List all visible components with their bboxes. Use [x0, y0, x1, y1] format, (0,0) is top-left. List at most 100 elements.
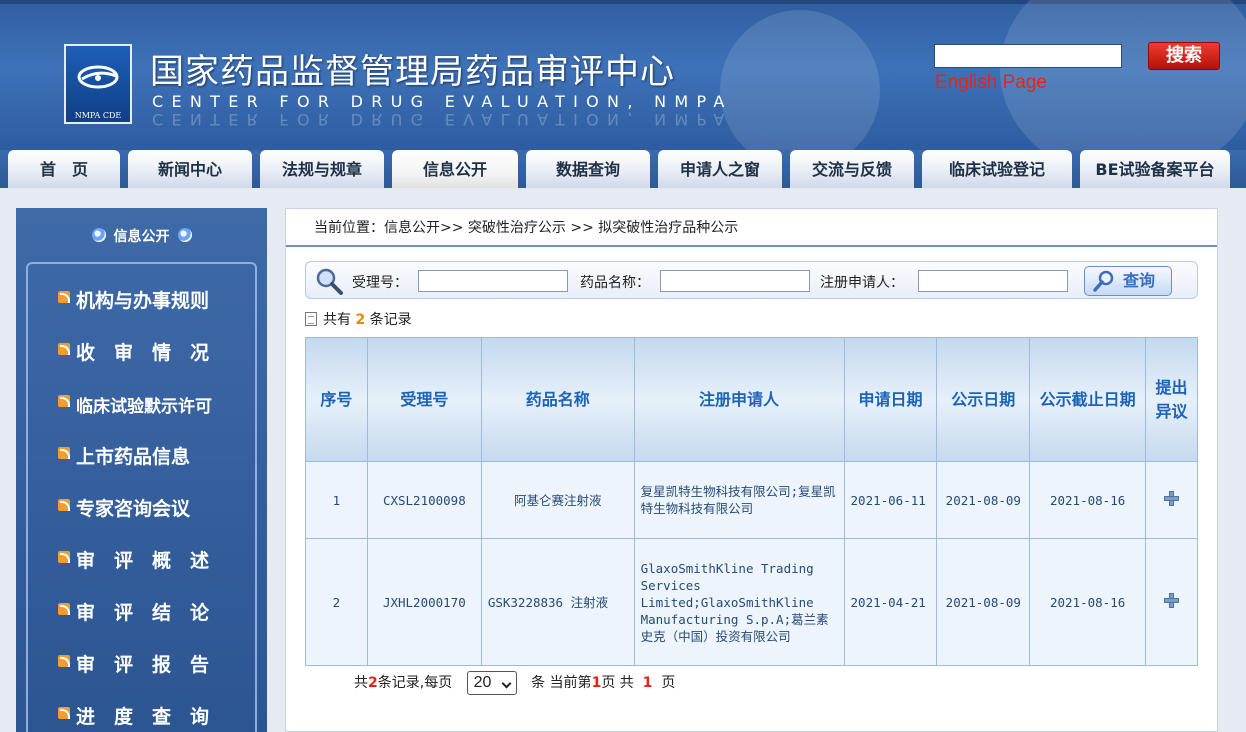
rss-icon — [58, 291, 70, 303]
drug-name-label: 药品名称： — [580, 275, 650, 291]
sidebar-menu: 机构与办事规则 收 审 情 况 临床试验默示许可 上市药品信息 专家咨询会议 审… — [26, 262, 257, 732]
rss-icon — [58, 707, 70, 719]
rss-icon — [58, 395, 70, 407]
sidebar-title: 信息公开 — [16, 208, 267, 258]
results-table: 序号 受理号 药品名称 注册申请人 申请日期 公示日期 公示截止日期 提出异议 … — [305, 337, 1198, 666]
column-header-drug-name: 药品名称 — [480, 337, 635, 462]
sidebar-item-label: 审 评 报 告 — [76, 654, 210, 676]
pagination-current-page: 1 — [591, 675, 602, 691]
cell-publish-date: 2021-08-09 — [936, 538, 1031, 666]
document-icon — [305, 312, 317, 326]
applicant-input[interactable] — [918, 270, 1068, 292]
rss-icon — [58, 343, 70, 355]
orb-icon — [177, 228, 192, 242]
sidebar-item-review-report[interactable]: 审 评 报 告 — [28, 644, 259, 684]
sidebar-item-label: 机构与办事规则 — [76, 290, 210, 312]
sidebar: 信息公开 机构与办事规则 收 审 情 况 临床试验默示许可 上市药品信息 专家咨… — [16, 208, 267, 732]
site-title: 国家药品监督管理局药品审评中心 — [150, 52, 675, 92]
sidebar-item-label: 上市药品信息 — [76, 446, 191, 468]
magnifier-icon — [316, 268, 343, 295]
pagination-pages-suffix: 页 — [661, 675, 676, 691]
sidebar-item-rules[interactable]: 机构与办事规则 — [28, 280, 259, 320]
nav-tab-home[interactable]: 首 页 — [8, 150, 120, 188]
nav-tab-data-query[interactable]: 数据查询 — [526, 150, 650, 188]
record-count-suffix: 条记录 — [369, 312, 412, 328]
sidebar-item-marketed-drugs[interactable]: 上市药品信息 — [28, 436, 259, 476]
pagination-total: 2 — [368, 675, 378, 691]
site-header: NMPA CDE 国家药品监督管理局药品审评中心 CENTER FOR DRUG… — [0, 0, 1246, 150]
nav-tab-info-disclosure[interactable]: 信息公开 — [392, 150, 518, 188]
acceptance-no-input[interactable] — [418, 270, 568, 292]
main-nav: 首 页 新闻中心 法规与规章 信息公开 数据查询 申请人之窗 交流与反馈 临床试… — [0, 150, 1246, 188]
sidebar-item-label: 收 审 情 况 — [76, 342, 210, 364]
cell-drug-name: 阿基仑赛注射液 — [480, 461, 635, 539]
record-count-number: 2 — [355, 312, 366, 328]
sidebar-title-text: 信息公开 — [113, 229, 170, 245]
site-search-input[interactable] — [934, 44, 1122, 68]
sidebar-item-receipt-status[interactable]: 收 审 情 况 — [28, 332, 259, 372]
sidebar-item-review-conclusion[interactable]: 审 评 结 论 — [28, 592, 259, 632]
english-page-link[interactable]: English Page — [935, 72, 1047, 94]
sidebar-item-label: 审 评 结 论 — [76, 602, 210, 624]
filter-bar: 受理号： 药品名称： 注册申请人： 查询 — [305, 261, 1198, 299]
nav-tab-be-trial-platform[interactable]: BE试验备案平台 — [1080, 150, 1230, 188]
cell-apply-date: 2021-04-21 — [843, 538, 938, 666]
chevron-down-icon — [501, 678, 512, 689]
sidebar-item-expert-meetings[interactable]: 专家咨询会议 — [28, 488, 259, 528]
cell-deadline: 2021-08-16 — [1029, 461, 1147, 539]
nav-tab-applicant-window[interactable]: 申请人之窗 — [658, 150, 782, 188]
pagination-total-prefix: 共 — [354, 675, 368, 691]
pagination-current-prefix: 条 当前第 — [531, 675, 592, 691]
nav-tab-clinical-trial-registration[interactable]: 临床试验登记 — [922, 150, 1072, 188]
main-content: 当前位置：信息公开>> 突破性治疗公示 >> 拟突破性治疗品种公示 受理号： 药… — [285, 208, 1218, 732]
site-subtitle-reflection: CENTER FOR DRUG EVALUATION, NMPA — [152, 112, 733, 126]
rss-icon — [58, 499, 70, 511]
add-objection-icon[interactable] — [1164, 592, 1179, 608]
sidebar-item-label: 专家咨询会议 — [76, 498, 191, 520]
nav-tab-news[interactable]: 新闻中心 — [128, 150, 252, 188]
cell-no: 1 — [305, 461, 368, 539]
cell-deadline: 2021-08-16 — [1029, 538, 1147, 666]
cell-objection — [1145, 538, 1198, 666]
pagination: 共2条记录,每页 20 条 当前第1页 共 1 页 — [354, 671, 675, 695]
table-row: 1 CXSL2100098 阿基仑赛注射液 复星凯特生物科技有限公司;复星凯特生… — [305, 461, 1198, 539]
pagination-pages-prefix: 页 共 — [601, 675, 634, 691]
pagination-page-count: 1 — [642, 675, 653, 691]
logo-eye-icon — [77, 65, 119, 89]
sidebar-item-label: 临床试验默示许可 — [76, 397, 212, 417]
sidebar-item-review-overview[interactable]: 审 评 概 述 — [28, 540, 259, 580]
sidebar-item-progress-query[interactable]: 进 度 查 询 — [28, 696, 259, 732]
applicant-label: 注册申请人： — [820, 275, 904, 291]
table-header-row: 序号 受理号 药品名称 注册申请人 申请日期 公示日期 公示截止日期 提出异议 — [305, 337, 1198, 462]
cell-applicant: 复星凯特生物科技有限公司;复星凯特生物科技有限公司 — [633, 461, 845, 539]
column-header-acceptance-no: 受理号 — [366, 337, 482, 462]
add-objection-icon[interactable] — [1164, 490, 1179, 506]
breadcrumb: 当前位置：信息公开>> 突破性治疗公示 >> 拟突破性治疗品种公示 — [286, 209, 1217, 247]
cell-acceptance-no: JXHL2000170 — [366, 538, 482, 666]
cell-publish-date: 2021-08-09 — [936, 461, 1031, 539]
nav-tab-regulations[interactable]: 法规与规章 — [260, 150, 384, 188]
column-header-apply-date: 申请日期 — [843, 337, 938, 462]
nav-tab-feedback[interactable]: 交流与反馈 — [790, 150, 914, 188]
site-logo[interactable]: NMPA CDE — [64, 44, 132, 124]
drug-name-input[interactable] — [660, 270, 810, 292]
sidebar-item-label: 进 度 查 询 — [76, 706, 210, 728]
column-header-no: 序号 — [305, 337, 368, 462]
column-header-applicant: 注册申请人 — [633, 337, 845, 462]
column-header-deadline: 公示截止日期 — [1029, 337, 1147, 462]
query-button[interactable]: 查询 — [1084, 266, 1172, 296]
cell-objection — [1145, 461, 1198, 539]
logo-caption: NMPA CDE — [74, 111, 122, 120]
query-button-label: 查询 — [1123, 271, 1156, 290]
column-header-publish-date: 公示日期 — [936, 337, 1031, 462]
sidebar-item-label: 审 评 概 述 — [76, 550, 210, 572]
page-size-select[interactable]: 20 — [466, 671, 517, 695]
rss-icon — [58, 655, 70, 667]
orb-icon — [91, 228, 106, 242]
rss-icon — [58, 447, 70, 459]
sidebar-item-implied-clinical-permit[interactable]: 临床试验默示许可 — [28, 384, 259, 424]
site-search-button[interactable]: 搜索 — [1148, 42, 1220, 70]
record-count: 共有 2 条记录 — [305, 309, 412, 329]
rss-icon — [58, 603, 70, 615]
page-size-value: 20 — [473, 674, 492, 691]
